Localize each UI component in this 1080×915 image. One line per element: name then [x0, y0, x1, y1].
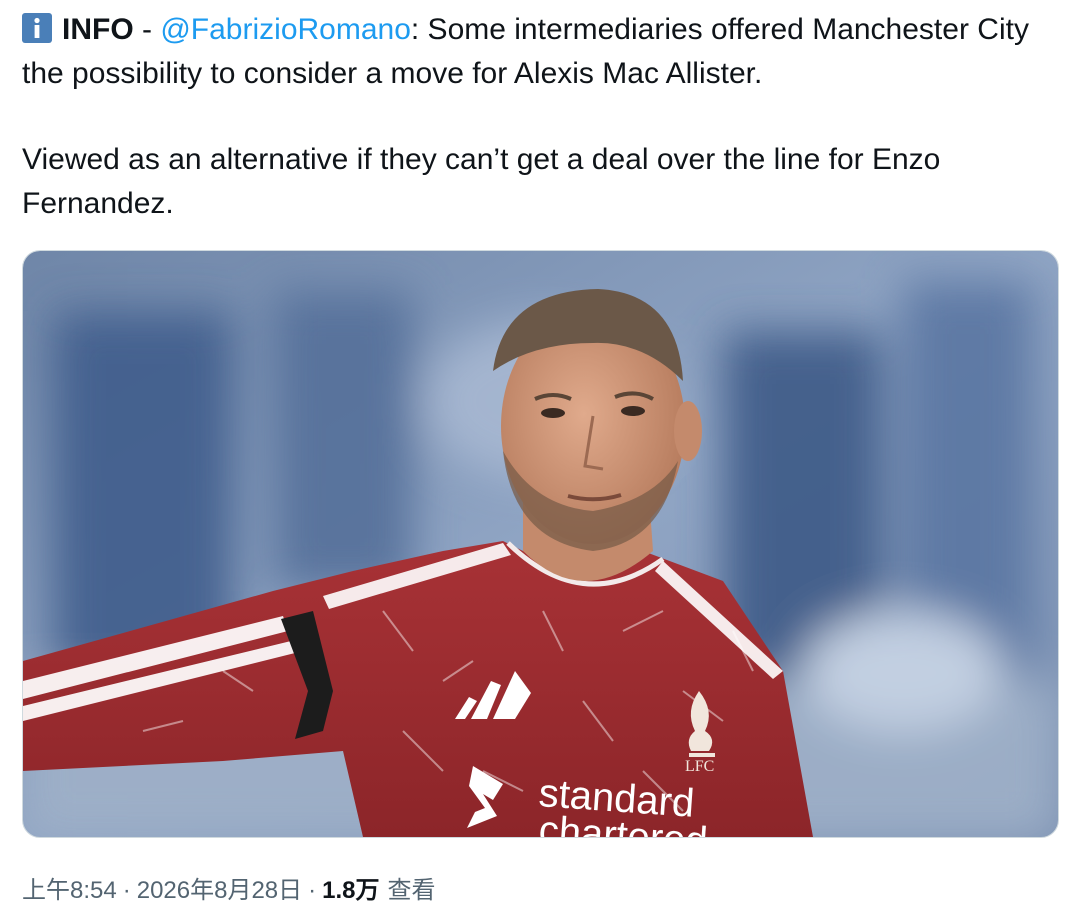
tweet-metadata: 上午8:54 · 2026年8月28日 · 1.8万 查看 [22, 870, 436, 905]
view-label: 查看 [387, 877, 436, 904]
player-photo: LFC standard chartered [23, 251, 1058, 837]
info-tag: INFO [62, 13, 134, 46]
tweet-photo[interactable]: LFC standard chartered [22, 250, 1059, 838]
tweet-time[interactable]: 上午8:54 [22, 877, 117, 904]
tweet-paragraph-1: INFO - @FabrizioRomano: Some intermediar… [22, 8, 1052, 96]
separator-dot: · [122, 877, 131, 904]
information-icon [22, 13, 52, 43]
tweet-date[interactable]: 2026年8月28日 [137, 877, 302, 904]
tweet-paragraph-2: Viewed as an alternative if they can’t g… [22, 143, 941, 220]
view-count: 1.8万 [322, 877, 380, 904]
crest-text: LFC [685, 758, 714, 775]
mention-link[interactable]: @FabrizioRomano [160, 13, 411, 46]
separator-dot: · [308, 877, 317, 904]
separator: - [133, 13, 161, 46]
tweet-text: INFO - @FabrizioRomano: Some intermediar… [22, 8, 1052, 226]
